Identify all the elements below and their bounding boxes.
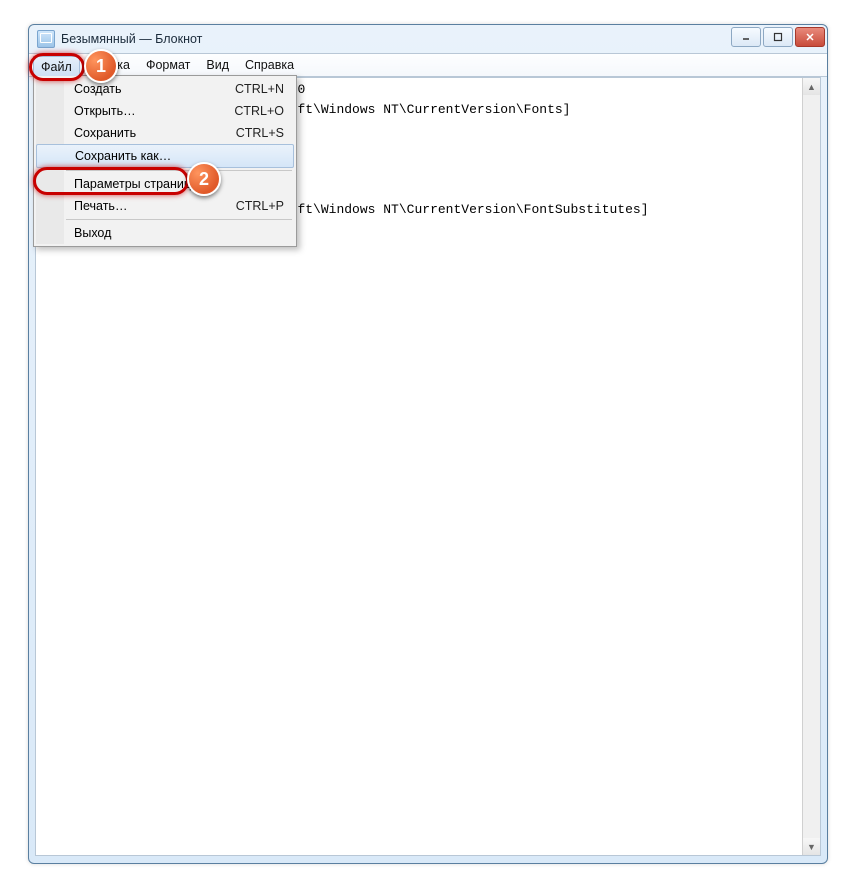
vertical-scrollbar[interactable]: ▲ ▼ (802, 78, 820, 855)
menu-entry[interactable]: Сохранить как… (36, 144, 294, 168)
menu-entry[interactable]: Выход (36, 222, 294, 244)
menu-item-справка[interactable]: Справка (237, 54, 302, 76)
menu-entry-shortcut: CTRL+N (235, 82, 284, 96)
menu-separator (66, 170, 292, 171)
annotation-badge-1: 1 (84, 49, 118, 83)
scroll-down-button[interactable]: ▼ (803, 838, 820, 855)
annotation-badge-2: 2 (187, 162, 221, 196)
menu-entry-label: Выход (74, 226, 111, 240)
app-window: Безымянный — Блокнот ФайлПравкаФорматВид… (28, 24, 828, 864)
file-menu-dropdown[interactable]: Создать CTRL+N Открыть… CTRL+O Сохранить CTRL… (33, 75, 297, 247)
menu-entry-label: Открыть… (74, 104, 136, 118)
maximize-button[interactable] (763, 27, 793, 47)
menu-separator (66, 219, 292, 220)
menu-entry[interactable]: Открыть… CTRL+O (36, 100, 294, 122)
menu-entry-label: Печать… (74, 199, 127, 213)
menu-entry-label: Сохранить как… (75, 149, 171, 163)
menu-entry-shortcut: CTRL+S (236, 126, 284, 140)
notepad-icon (37, 30, 55, 48)
menu-entry-label: Сохранить (74, 126, 136, 140)
menu-entry[interactable]: Печать… CTRL+P (36, 195, 294, 217)
caption-buttons (731, 27, 825, 47)
close-button[interactable] (795, 27, 825, 47)
menu-entry-shortcut: CTRL+P (236, 199, 284, 213)
menu-entry-shortcut: CTRL+O (234, 104, 284, 118)
menu-item-вид[interactable]: Вид (198, 54, 237, 76)
menu-entry[interactable]: Параметры страницы… (36, 173, 294, 195)
menu-entry[interactable]: Создать CTRL+N (36, 78, 294, 100)
menu-item-файл[interactable]: Файл (33, 56, 80, 76)
menu-entry-label: Создать (74, 82, 122, 96)
titlebar[interactable]: Безымянный — Блокнот (29, 25, 827, 53)
menubar: ФайлПравкаФорматВидСправка (29, 53, 827, 77)
menu-entry[interactable]: Сохранить CTRL+S (36, 122, 294, 144)
window-title: Безымянный — Блокнот (61, 32, 202, 46)
minimize-button[interactable] (731, 27, 761, 47)
menu-item-формат[interactable]: Формат (138, 54, 198, 76)
scroll-up-button[interactable]: ▲ (803, 78, 820, 95)
